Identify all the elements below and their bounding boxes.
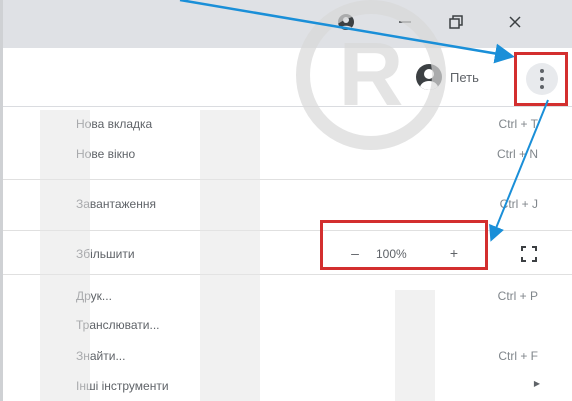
zoom-in-button[interactable]: + <box>443 245 465 261</box>
zoom-out-button[interactable]: – <box>344 245 366 261</box>
profile-name: Петь <box>450 69 479 85</box>
restore-icon[interactable] <box>444 10 468 34</box>
watermark-stripe <box>395 290 435 401</box>
menu-item-shortcut: Ctrl + N <box>496 147 538 161</box>
watermark-stripe <box>40 110 90 401</box>
registered-watermark-icon: R <box>296 0 446 150</box>
watermark-stripe <box>200 110 260 401</box>
window-left-edge <box>0 0 3 401</box>
title-bar <box>0 0 572 48</box>
close-icon[interactable] <box>503 10 527 34</box>
menu-item-shortcut: Ctrl + J <box>499 197 538 211</box>
menu-item-shortcut: Ctrl + P <box>497 289 538 303</box>
more-vert-icon[interactable] <box>526 63 558 95</box>
browser-toolbar <box>0 48 572 107</box>
submenu-arrow-icon: ▶ <box>533 379 540 388</box>
zoom-level: 100% <box>376 247 407 261</box>
menu-item-shortcut: Ctrl + F <box>498 349 538 363</box>
menu-item-shortcut: Ctrl + T <box>498 117 538 131</box>
fullscreen-icon[interactable] <box>520 245 538 263</box>
